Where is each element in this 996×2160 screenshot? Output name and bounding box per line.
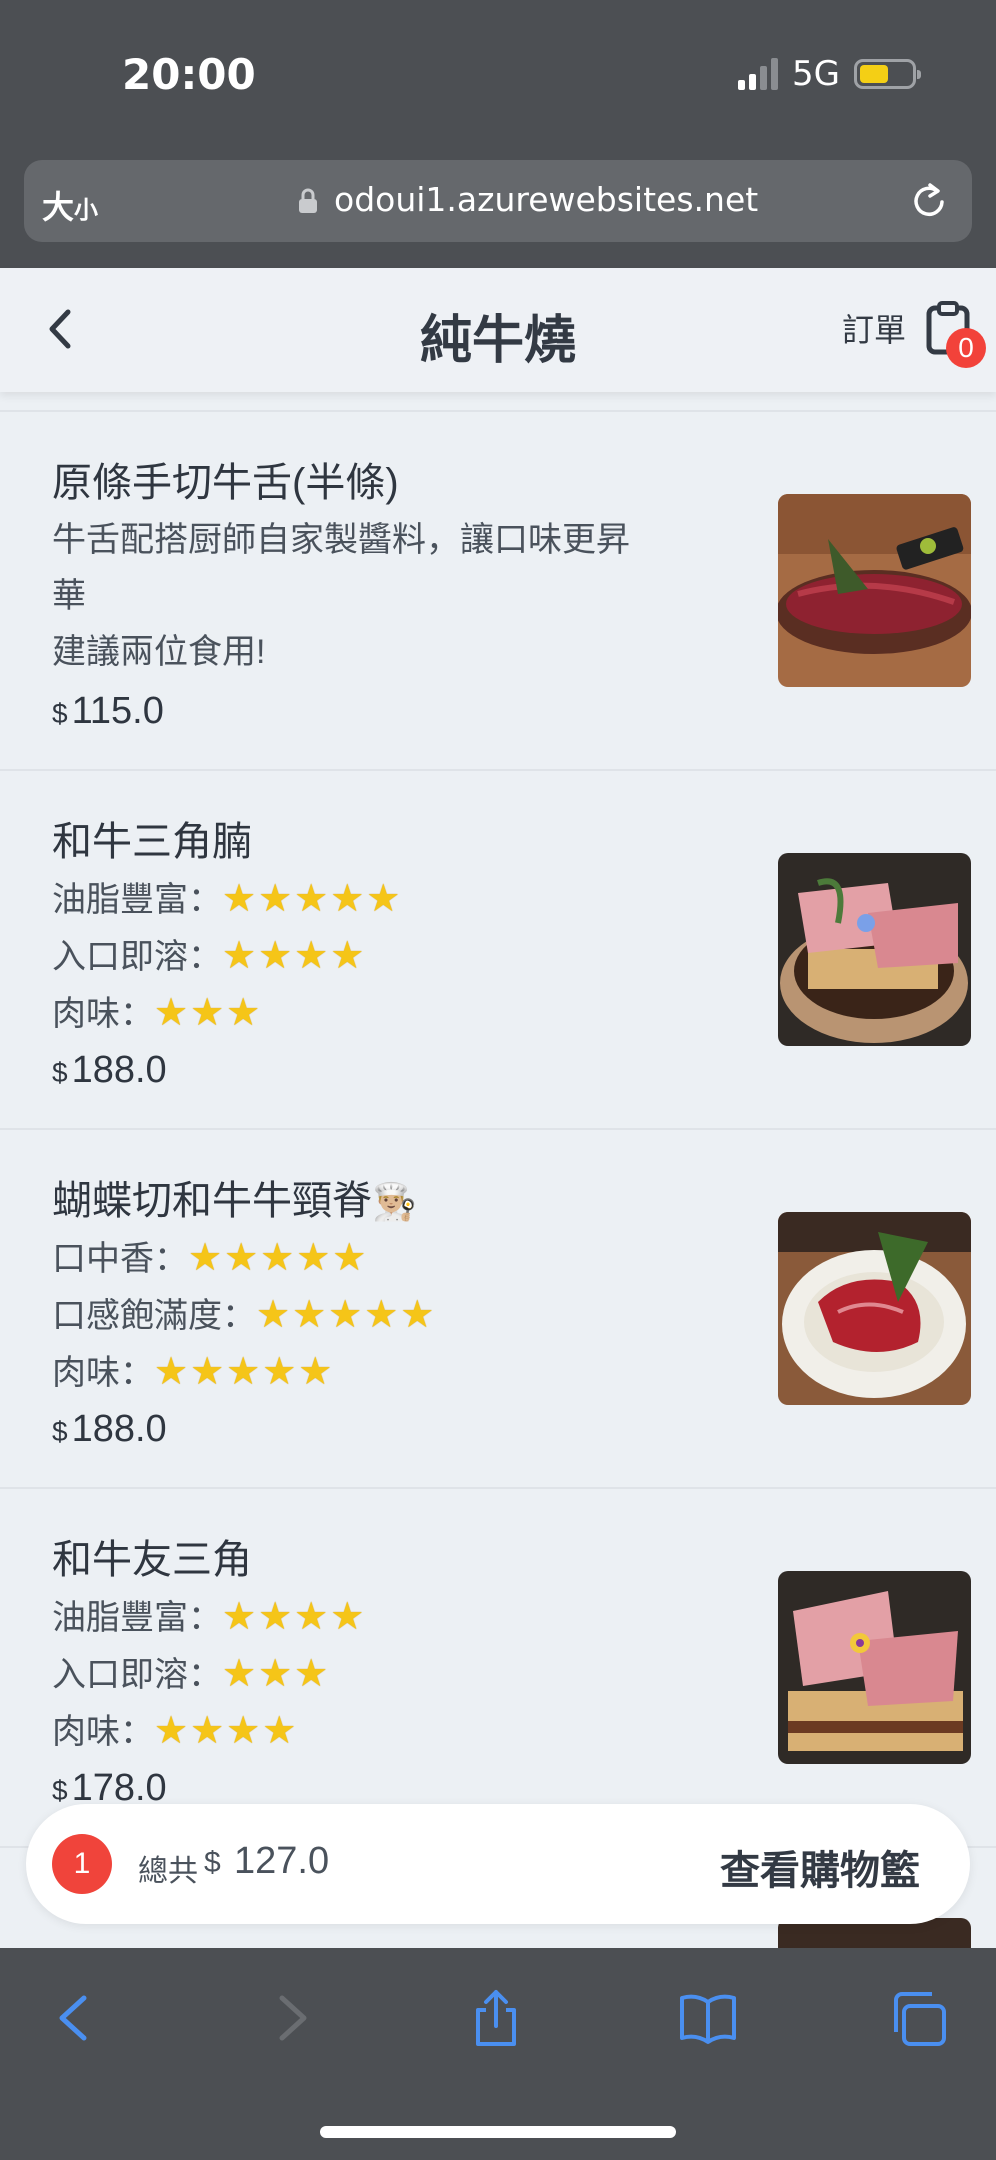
order-count-badge: 0	[946, 328, 986, 368]
star-icons: ★★★★★	[154, 1351, 335, 1393]
battery-icon	[854, 59, 921, 89]
signal-icon	[738, 58, 779, 90]
item-description: 牛舌配搭厨師自家製醬料，讓口味更昇 華 建議兩位食用!	[52, 521, 630, 671]
chef-emoji-icon: 👨🏼‍🍳	[372, 1181, 417, 1222]
item-name: 和牛三角腩	[52, 820, 252, 864]
lock-icon	[299, 188, 317, 213]
reload-icon[interactable]	[908, 180, 950, 222]
star-icons: ★★★★	[222, 935, 367, 977]
star-icons: ★★★★	[154, 1710, 299, 1752]
star-icons: ★★★★★	[222, 878, 403, 920]
star-icons: ★★★	[222, 1653, 331, 1695]
rating-line: 口感飽滿度：★★★★★	[52, 1294, 437, 1336]
browser-top-chrome: 20:00 5G 大小 odoui1.azurewebsites.net	[0, 0, 996, 268]
item-photo-wagyu-tri-tip[interactable]	[778, 1571, 971, 1764]
text-size-button[interactable]: 大小	[42, 182, 98, 228]
item-name: 蝴蝶切和牛牛頸脊👨🏼‍🍳	[52, 1179, 417, 1223]
cart-total-label: 總共	[138, 1855, 198, 1888]
star-icons: ★★★★	[222, 1596, 367, 1638]
cart-total-currency: $	[204, 1846, 221, 1879]
rating-line: 肉味：★★★★★	[52, 1351, 335, 1393]
item-ratings: 油脂豐富：★★★★★ 入口即溶：★★★★ 肉味：★★★	[52, 871, 682, 1042]
clipboard-icon: 0	[924, 300, 986, 368]
rating-line: 入口即溶：★★★★	[52, 935, 367, 977]
tabs-icon[interactable]	[890, 1988, 950, 2048]
app-header: 純牛燒 訂單 0	[0, 268, 996, 392]
item-photo-beef-tongue[interactable]	[778, 494, 971, 687]
orders-label: 訂單	[841, 312, 906, 348]
view-cart-button[interactable]: 查看購物籃	[720, 1838, 920, 1896]
item-price: $115.0	[52, 690, 164, 732]
item-photo-wagyu-neck[interactable]	[778, 1212, 971, 1405]
cart-count-badge: 1	[52, 1834, 112, 1894]
bookmarks-icon[interactable]	[678, 1988, 738, 2048]
rating-line: 肉味：★★★★	[52, 1710, 299, 1752]
menu-item[interactable]: 和牛友三角 油脂豐富：★★★★ 入口即溶：★★★ 肉味：★★★★ $178.0	[0, 1487, 996, 1846]
browser-back-icon[interactable]	[46, 1988, 106, 2048]
item-name: 原條手切牛舌(半條)	[52, 461, 399, 505]
star-icons: ★★★★★	[256, 1294, 437, 1336]
rating-line: 入口即溶：★★★	[52, 1653, 331, 1695]
rating-line: 油脂豐富：★★★★★	[52, 878, 403, 920]
item-photo-wagyu-brisket[interactable]	[778, 853, 971, 1046]
browser-forward-icon[interactable]	[260, 1988, 320, 2048]
address-bar[interactable]: 大小 odoui1.azurewebsites.net	[24, 160, 972, 242]
star-icons: ★★★★★	[188, 1237, 369, 1279]
cart-summary-bar[interactable]: 1 總共 $ 127.0 查看購物籃	[26, 1804, 970, 1924]
rating-line: 口中香：★★★★★	[52, 1237, 369, 1279]
menu-item[interactable]: 原條手切牛舌(半條) 牛舌配搭厨師自家製醬料，讓口味更昇 華 建議兩位食用! $…	[0, 410, 996, 769]
network-type: 5G	[792, 54, 840, 94]
share-icon[interactable]	[466, 1988, 526, 2048]
item-price: $188.0	[52, 1049, 167, 1091]
item-ratings: 油脂豐富：★★★★ 入口即溶：★★★ 肉味：★★★★	[52, 1589, 682, 1760]
item-price: $188.0	[52, 1408, 167, 1450]
star-icons: ★★★	[154, 992, 263, 1034]
item-ratings: 口中香：★★★★★ 口感飽滿度：★★★★★ 肉味：★★★★★	[52, 1230, 682, 1401]
menu-item[interactable]: 和牛三角腩 油脂豐富：★★★★★ 入口即溶：★★★★ 肉味：★★★ $188.0	[0, 769, 996, 1128]
rating-line: 油脂豐富：★★★★	[52, 1596, 367, 1638]
status-icons: 5G	[738, 54, 921, 94]
url-text: odoui1.azurewebsites.net	[334, 180, 759, 219]
home-indicator	[320, 2126, 676, 2138]
orders-button[interactable]: 訂單 0	[841, 300, 986, 368]
rating-line: 肉味：★★★	[52, 992, 263, 1034]
item-name: 和牛友三角	[52, 1538, 252, 1582]
browser-bottom-toolbar	[0, 1948, 996, 2160]
cart-total-amount: 127.0	[234, 1840, 330, 1882]
menu-item[interactable]: 蝴蝶切和牛牛頸脊👨🏼‍🍳 口中香：★★★★★ 口感飽滿度：★★★★★ 肉味：★★…	[0, 1128, 996, 1487]
status-time: 20:00	[122, 50, 256, 99]
